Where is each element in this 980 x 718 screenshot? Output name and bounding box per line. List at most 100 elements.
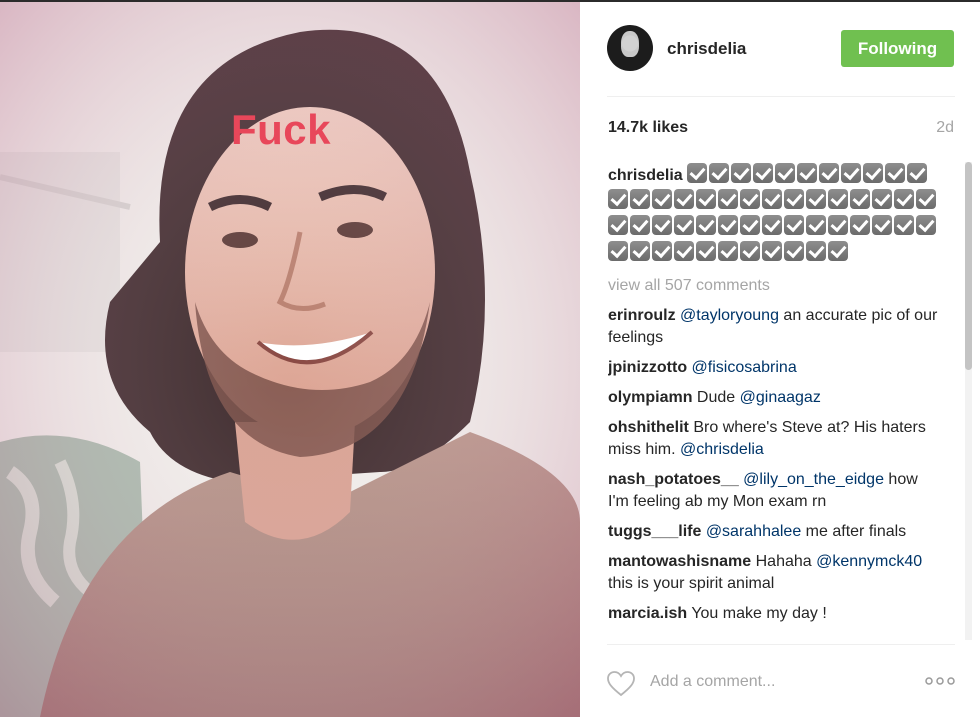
- comment-username[interactable]: nash_potatoes__: [608, 471, 739, 488]
- more-options-icon[interactable]: [925, 675, 955, 687]
- checkmark-box-icon: [762, 241, 782, 261]
- checkmark-box-icon: [740, 215, 760, 235]
- comment-text: Hahaha: [755, 553, 817, 570]
- checkmark-box-icon: [806, 215, 826, 235]
- mention-link[interactable]: @ginaagaz: [740, 389, 821, 406]
- checkmark-box-icon: [740, 189, 760, 209]
- checkmark-box-icon: [806, 189, 826, 209]
- checkmark-box-icon: [862, 163, 883, 183]
- comment-text: this is your spirit animal: [608, 575, 775, 592]
- checkmark-box-icon: [796, 163, 817, 183]
- checkmark-box-icon: [674, 189, 694, 209]
- checkmark-box-icon: [652, 215, 672, 235]
- post-photo[interactable]: Fuck: [0, 2, 580, 717]
- comment-username[interactable]: mantowashisname: [608, 553, 751, 570]
- checkmark-box-icon: [608, 189, 628, 209]
- heart-icon[interactable]: [607, 671, 635, 697]
- checkmark-box-icon: [696, 241, 716, 261]
- scrollbar-thumb[interactable]: [965, 162, 972, 370]
- checkmark-box-icon: [696, 189, 716, 209]
- like-count[interactable]: 14.7k likes: [608, 119, 688, 137]
- checkmark-box-icon: [686, 163, 707, 183]
- checkmark-box-icon: [718, 215, 738, 235]
- checkmark-box-icon: [730, 163, 751, 183]
- checkmark-box-icon: [762, 215, 782, 235]
- checkmark-box-icon: [806, 241, 826, 261]
- mention-link[interactable]: @fisicosabrina: [692, 359, 797, 376]
- comment-item: marcia.ish You make my day !: [608, 603, 938, 625]
- checkmark-box-icon: [818, 163, 839, 183]
- comment-text: Dude: [696, 389, 740, 406]
- following-button[interactable]: Following: [841, 30, 954, 67]
- comment-item: olympiamn Dude @ginaagaz: [608, 387, 938, 409]
- checkmark-box-icon: [872, 189, 892, 209]
- comment-username[interactable]: marcia.ish: [608, 605, 687, 622]
- comment-scrollbar[interactable]: [965, 162, 972, 640]
- comment-item: tuggs___life @sarahhalee me after finals: [608, 521, 938, 543]
- view-all-comments-link[interactable]: view all 507 comments: [608, 277, 938, 295]
- mention-link[interactable]: @tayloryoung: [680, 307, 779, 324]
- post-header: chrisdelia Following: [607, 22, 955, 97]
- caption-username[interactable]: chrisdelia: [608, 167, 683, 184]
- post-footer: [607, 644, 955, 718]
- checkmark-box-icon: [718, 189, 738, 209]
- checkmark-box-icon: [630, 189, 650, 209]
- checkmark-box-icon: [916, 189, 936, 209]
- checkmark-box-icon: [828, 241, 848, 261]
- checkmark-box-icon: [674, 241, 694, 261]
- comment-username[interactable]: ohshithelit: [608, 419, 689, 436]
- comment-item: mantowashisname Hahaha @kennymck40 this …: [608, 551, 938, 595]
- checkmark-box-icon: [740, 241, 760, 261]
- comment-username[interactable]: erinroulz: [608, 307, 676, 324]
- checkmark-box-icon: [850, 215, 870, 235]
- mention-link[interactable]: @lily_on_the_eidge: [743, 471, 884, 488]
- checkmark-box-icon: [696, 215, 716, 235]
- comment-item: jpinizzotto @fisicosabrina: [608, 357, 938, 379]
- checkmark-box-icon: [916, 215, 936, 235]
- checkmark-box-icon: [762, 189, 782, 209]
- checkmark-box-icon: [840, 163, 861, 183]
- post-age[interactable]: 2d: [936, 119, 954, 137]
- checkmark-box-icon: [828, 189, 848, 209]
- comment-feed[interactable]: chrisdelia view all 507 comments erinrou…: [608, 162, 938, 640]
- comment-text: You make my day !: [691, 605, 827, 622]
- author-username[interactable]: chrisdelia: [667, 39, 746, 59]
- comment-item: erinroulz @tayloryoung an accurate pic o…: [608, 305, 938, 349]
- checkmark-box-icon: [752, 163, 773, 183]
- checkmark-box-icon: [708, 163, 729, 183]
- checkmark-box-icon: [894, 189, 914, 209]
- post-details-panel: chrisdelia Following 14.7k likes 2d chri…: [580, 2, 980, 717]
- comment-item: ohshithelit Bro where's Steve at? His ha…: [608, 417, 938, 461]
- checkmark-box-icon: [784, 215, 804, 235]
- checkmark-box-icon: [784, 241, 804, 261]
- checkmark-box-icon: [906, 163, 927, 183]
- checkmark-box-icon: [674, 215, 694, 235]
- add-comment-input[interactable]: [650, 673, 900, 691]
- mention-link[interactable]: @kennymck40: [816, 553, 922, 570]
- checkmark-box-icon: [774, 163, 795, 183]
- checkmark-box-icon: [630, 215, 650, 235]
- checkmark-box-icon: [884, 163, 905, 183]
- comment-username[interactable]: tuggs___life: [608, 523, 701, 540]
- checkmark-box-icon: [850, 189, 870, 209]
- mention-link[interactable]: @sarahhalee: [706, 523, 801, 540]
- comment-item: nash_potatoes__ @lily_on_the_eidge how I…: [608, 469, 938, 513]
- comment-list: erinroulz @tayloryoung an accurate pic o…: [608, 305, 938, 625]
- checkmark-box-icon: [608, 241, 628, 261]
- photo-overlay-text: Fuck: [231, 106, 332, 153]
- checkmark-box-icon: [784, 189, 804, 209]
- checkmark-box-icon: [894, 215, 914, 235]
- comment-text: me after finals: [801, 523, 907, 540]
- checkmark-box-icon: [718, 241, 738, 261]
- post-caption: chrisdelia: [608, 162, 938, 266]
- checkmark-box-icon: [630, 241, 650, 261]
- checkmark-box-icon: [608, 215, 628, 235]
- checkmark-box-icon: [652, 189, 672, 209]
- mention-link[interactable]: @chrisdelia: [680, 441, 764, 458]
- comment-username[interactable]: jpinizzotto: [608, 359, 687, 376]
- checkmark-box-icon: [828, 215, 848, 235]
- avatar[interactable]: [607, 25, 653, 71]
- comment-username[interactable]: olympiamn: [608, 389, 692, 406]
- checkmark-box-icon: [872, 215, 892, 235]
- checkmark-box-icon: [652, 241, 672, 261]
